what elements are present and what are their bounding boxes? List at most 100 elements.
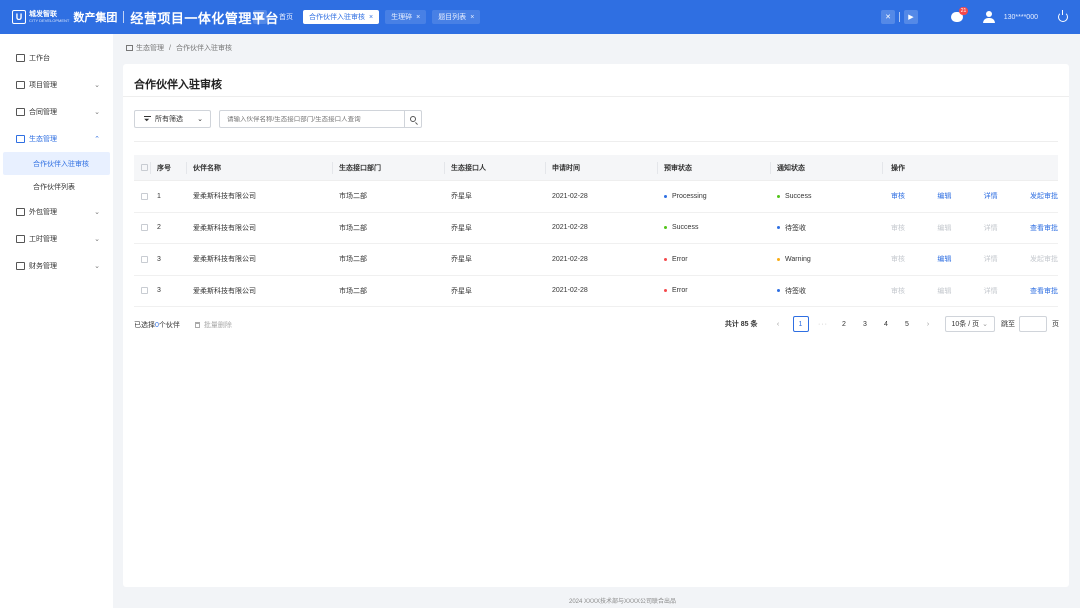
row-checkbox[interactable] — [141, 224, 148, 232]
tab-scroll-left-button[interactable]: ◀ — [253, 10, 267, 24]
sidebar-item[interactable]: 工时管理 ⌄ — [0, 225, 113, 252]
row-checkbox[interactable] — [141, 287, 148, 295]
row-action-link[interactable]: 发起审批 — [1030, 254, 1058, 264]
page-number[interactable]: 4 — [880, 316, 893, 332]
selection-summary: 已选择 0 个伙伴 批量删除 — [134, 320, 232, 330]
select-all-checkbox[interactable] — [141, 164, 148, 171]
close-icon[interactable]: × — [369, 14, 373, 21]
pre-review-status: Error — [658, 276, 771, 307]
close-icon[interactable]: × — [416, 14, 420, 21]
goto-page: 跳至 页 — [1001, 316, 1059, 332]
page-number[interactable]: 3 — [859, 316, 872, 332]
page-number[interactable]: 5 — [901, 316, 914, 332]
row-action-link[interactable]: 审核 — [891, 223, 905, 233]
message-icon[interactable]: 21 — [950, 7, 969, 22]
sidebar: 工作台 项目管理 ⌄ 合同管理 ⌄ 生态管理 ⌃ 合作伙伴入驻审核 合作伙伴列表 外包管理 ⌄ 工时管… — [0, 34, 113, 608]
username[interactable]: 130****000 — [1004, 14, 1038, 21]
row-action-link[interactable]: 审核 — [891, 254, 905, 264]
user-icon[interactable] — [982, 11, 995, 23]
page-number[interactable]: 2 — [838, 316, 851, 332]
breadcrumb: 生态管理 / 合作伙伴入驻审核 — [126, 43, 232, 53]
page-size-select[interactable]: 10条 / 页 ⌄ — [944, 316, 995, 332]
row-action-link[interactable]: 编辑 — [937, 191, 951, 201]
row-action-link[interactable]: 编辑 — [937, 254, 951, 264]
chevron-down-icon: ⌄ — [94, 108, 100, 116]
status-dot — [777, 194, 780, 198]
interface-dept: 市场二部 — [339, 256, 367, 264]
column-header: 序号 — [151, 155, 187, 180]
status-dot — [777, 289, 780, 293]
row-action-link[interactable]: 详情 — [984, 223, 998, 233]
row-action-link[interactable]: 审核 — [891, 191, 905, 201]
interface-dept: 市场二部 — [339, 193, 367, 201]
row-action-link[interactable]: 编辑 — [937, 286, 951, 296]
row-action-link[interactable]: 发起审批 — [1030, 191, 1058, 201]
sidebar-item[interactable]: 工作台 — [0, 44, 113, 71]
sidebar-item[interactable]: 项目管理 ⌄ — [0, 71, 113, 98]
row-action-link[interactable]: 详情 — [984, 254, 998, 264]
row-select-cell — [134, 244, 151, 275]
close-icon[interactable]: × — [470, 14, 474, 21]
page-number[interactable]: 1 — [792, 316, 809, 332]
table-row: 3 爱柔斯科技有限公司 市场二部 乔星阜 2021-02-28 Error 待签收 审核 编辑 详… — [134, 276, 1058, 307]
top-bar: U 城发智联 CITY DEVELOPMENT 数产集团 经营项目一体化管理平台… — [0, 0, 1080, 34]
search-input[interactable] — [220, 115, 404, 123]
menu-icon — [16, 134, 25, 143]
apply-date: 2021-02-28 — [552, 255, 588, 263]
prev-page-button[interactable]: ‹ — [772, 316, 785, 332]
breadcrumb-separator: / — [169, 44, 171, 52]
sidebar-subitem[interactable]: 合作伙伴列表 — [3, 175, 110, 198]
status-text: Processing — [672, 192, 707, 200]
row-checkbox[interactable] — [141, 192, 148, 200]
notice-status: 待签收 — [771, 213, 883, 244]
table-row: 2 爱柔斯科技有限公司 市场二部 乔星阜 2021-02-28 Success 待签收 审核 编… — [134, 213, 1058, 244]
menu-icon — [16, 261, 25, 270]
filter-dropdown[interactable]: ⏷ 所有筛选 ⌄ — [134, 110, 211, 128]
status-text: Success — [785, 192, 812, 200]
tab-item[interactable]: 生理碎 × — [385, 10, 427, 24]
logout-icon[interactable] — [1058, 10, 1068, 22]
status-text: 待签收 — [785, 287, 806, 295]
row-action-link[interactable]: 查看审批 — [1030, 286, 1058, 296]
header-divider — [123, 11, 125, 23]
row-actions: 审核 编辑 详情 发起审批 — [883, 181, 1058, 212]
page-ellipsis[interactable]: ··· — [817, 316, 830, 332]
page-size-value: 10条 / 页 — [951, 321, 980, 328]
table-header: 序号 伙伴名称 生态接口部门 生态接口人 申请时间 预审状态 通知状态 操作 — [134, 155, 1058, 181]
logo-sub: CITY DEVELOPMENT — [29, 18, 70, 23]
sidebar-item[interactable]: 外包管理 ⌄ — [0, 198, 113, 225]
row-number: 1 — [157, 192, 161, 200]
toolbar-divider — [134, 141, 1058, 142]
next-page-button[interactable]: › — [922, 316, 935, 332]
chevron-down-icon: ⌄ — [94, 81, 100, 89]
tab-item[interactable]: 题目列表 × — [432, 10, 481, 24]
breadcrumb-level1[interactable]: 生态管理 — [136, 43, 164, 53]
filter-label: 所有筛选 — [155, 116, 183, 123]
tab-scroll-right-button[interactable]: ▶ — [904, 10, 918, 24]
row-action-link[interactable]: 查看审批 — [1030, 223, 1058, 233]
sidebar-item[interactable]: 生态管理 ⌃ — [0, 125, 113, 152]
search-button[interactable] — [404, 111, 421, 127]
goto-page-input[interactable] — [1019, 316, 1047, 332]
tab-item[interactable]: 合作伙伴入驻审核 × — [303, 10, 380, 24]
row-action-link[interactable]: 详情 — [984, 191, 998, 201]
batch-delete-button[interactable]: 批量删除 — [194, 320, 232, 330]
row-action-link[interactable]: 审核 — [891, 286, 905, 296]
sidebar-item-label: 财务管理 — [29, 262, 57, 270]
close-tabs-button[interactable]: ✕ — [881, 10, 895, 24]
content-card: 合作伙伴入驻审核 ⏷ 所有筛选 ⌄ 序号 伙伴名称 生态接口部门 生态接口人 申… — [123, 64, 1069, 587]
row-action-link[interactable]: 编辑 — [937, 223, 951, 233]
partner-name: 爱柔斯科技有限公司 — [193, 256, 256, 264]
row-action-link[interactable]: 详情 — [984, 286, 998, 296]
total-count: 共计 85 条 — [724, 321, 758, 328]
tab-label: 合作伙伴入驻审核 — [309, 14, 365, 21]
tab-home[interactable]: 首页 — [279, 12, 293, 22]
row-actions: 审核 编辑 详情 查看审批 — [883, 276, 1058, 307]
filter-icon: ⏷ — [144, 115, 151, 124]
copyright-footer: 2024 XXXX技术部与XXXX公司联合出品 — [568, 599, 677, 605]
sidebar-item[interactable]: 财务管理 ⌄ — [0, 252, 113, 279]
sidebar-item[interactable]: 合同管理 ⌄ — [0, 98, 113, 125]
sidebar-subitem[interactable]: 合作伙伴入驻审核 — [3, 152, 110, 175]
row-checkbox[interactable] — [141, 255, 148, 263]
row-number: 2 — [157, 224, 161, 232]
